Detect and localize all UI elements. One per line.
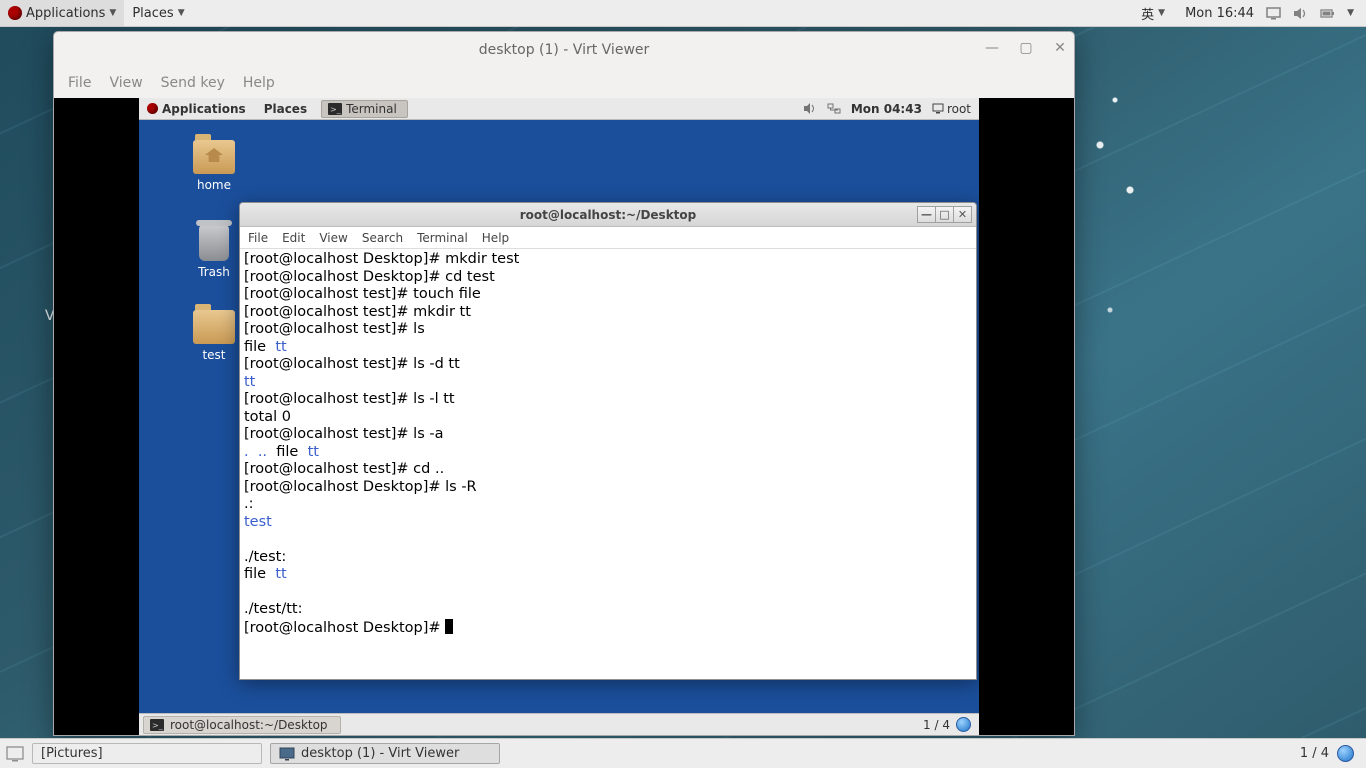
term-menu-view[interactable]: View [319,231,347,245]
guest-bottom-task-label: root@localhost:~/Desktop [170,718,328,732]
show-desktop-button[interactable] [6,746,24,762]
folder-home-icon [193,140,235,174]
guest-places-menu[interactable]: Places [260,98,311,119]
virt-viewer-window: desktop (1) - Virt Viewer — ▢ ✕ File Vie… [53,31,1075,736]
maximize-button[interactable]: ▢ [1018,40,1034,56]
terminal-icon: >_ [150,719,164,731]
vv-menu-file[interactable]: File [68,75,91,91]
guest-user-menu[interactable]: root [932,102,971,116]
volume-icon[interactable] [804,103,817,114]
guest-task-label: Terminal [346,102,397,116]
guest-clock[interactable]: Mon 04:43 [851,102,922,116]
display-icon[interactable] [1266,7,1281,20]
folder-icon [193,310,235,344]
chevron-down-icon: ▼ [178,8,185,18]
vv-menu-help[interactable]: Help [243,75,275,91]
desktop-icon-home[interactable]: home [179,140,249,192]
minimize-button[interactable]: — [917,206,936,223]
desktop-icon-label: home [179,178,249,192]
host-task-label: desktop (1) - Virt Viewer [301,746,459,761]
minimize-button[interactable]: — [984,40,1000,56]
chevron-down-icon: ▼ [1158,8,1165,18]
host-places-label: Places [132,6,173,21]
host-applications-menu[interactable]: Applications ▼ [0,0,124,26]
ime-label: 英 [1141,4,1154,23]
trash-icon [199,225,229,261]
terminal-window: root@localhost:~/Desktop — □ ✕ File Edit… [239,202,977,680]
redhat-icon [8,6,22,20]
host-bottom-panel: [Pictures] desktop (1) - Virt Viewer 1 /… [0,738,1366,768]
vv-menu-view[interactable]: View [109,75,142,91]
virt-viewer-display[interactable]: Applications Places >_ Terminal Mon 04:4… [54,98,1074,735]
svg-text:>_: >_ [152,721,164,730]
term-menu-terminal[interactable]: Terminal [417,231,468,245]
guest-bottom-panel: >_ root@localhost:~/Desktop 1 / 4 [139,713,979,735]
chevron-down-icon[interactable]: ▼ [1347,8,1354,18]
virt-viewer-title: desktop (1) - Virt Viewer [479,42,650,58]
network-icon[interactable] [827,103,841,114]
svg-text:>_: >_ [330,105,342,114]
term-menu-help[interactable]: Help [482,231,509,245]
volume-icon[interactable] [1293,7,1308,20]
vv-menu-sendkey[interactable]: Send key [161,75,225,91]
maximize-button[interactable]: □ [935,206,954,223]
host-task-virtviewer[interactable]: desktop (1) - Virt Viewer [270,743,500,764]
guest-top-panel: Applications Places >_ Terminal Mon 04:4… [139,98,979,120]
terminal-menubar: File Edit View Search Terminal Help [240,227,976,249]
guest-applications-label: Applications [162,102,246,116]
terminal-icon: >_ [328,103,342,115]
battery-icon[interactable] [1320,7,1335,20]
virt-viewer-titlebar[interactable]: desktop (1) - Virt Viewer — ▢ ✕ [54,32,1074,68]
terminal-title: root@localhost:~/Desktop [520,208,697,222]
guest-applications-menu[interactable]: Applications [143,98,250,119]
display-icon [279,747,295,761]
host-task-pictures[interactable]: [Pictures] [32,743,262,764]
guest-bottom-task[interactable]: >_ root@localhost:~/Desktop [143,716,341,734]
host-applications-label: Applications [26,6,105,21]
guest-desktop-area[interactable]: home Trash test root@localhost:~/Desktop… [139,120,979,713]
host-workspace-indicator[interactable]: 1 / 4 [1300,746,1329,761]
workspace-switcher-icon[interactable] [1337,745,1354,762]
chevron-down-icon: ▼ [109,8,116,18]
guest-places-label: Places [264,102,307,116]
guest-workspace-indicator[interactable]: 1 / 4 [923,718,950,732]
host-ime-indicator[interactable]: 英 ▼ [1133,4,1173,23]
guest-desktop: Applications Places >_ Terminal Mon 04:4… [139,98,979,735]
term-menu-search[interactable]: Search [362,231,403,245]
terminal-body[interactable]: [root@localhost Desktop]# mkdir test[roo… [240,249,976,679]
guest-user-label: root [947,102,971,116]
virt-viewer-menubar: File View Send key Help [54,68,1074,98]
close-button[interactable]: ✕ [953,206,972,223]
host-top-panel: Applications ▼ Places ▼ 英 ▼ Mon 16:44 ▼ [0,0,1366,27]
host-clock[interactable]: Mon 16:44 [1185,6,1254,21]
host-task-label: [Pictures] [41,746,103,761]
term-menu-file[interactable]: File [248,231,268,245]
user-icon [932,103,944,114]
guest-task-terminal[interactable]: >_ Terminal [321,100,408,118]
redhat-icon [147,103,158,114]
term-menu-edit[interactable]: Edit [282,231,305,245]
terminal-titlebar[interactable]: root@localhost:~/Desktop — □ ✕ [240,203,976,227]
host-places-menu[interactable]: Places ▼ [124,0,192,26]
workspace-switcher-icon[interactable] [956,717,971,732]
close-button[interactable]: ✕ [1052,40,1068,56]
